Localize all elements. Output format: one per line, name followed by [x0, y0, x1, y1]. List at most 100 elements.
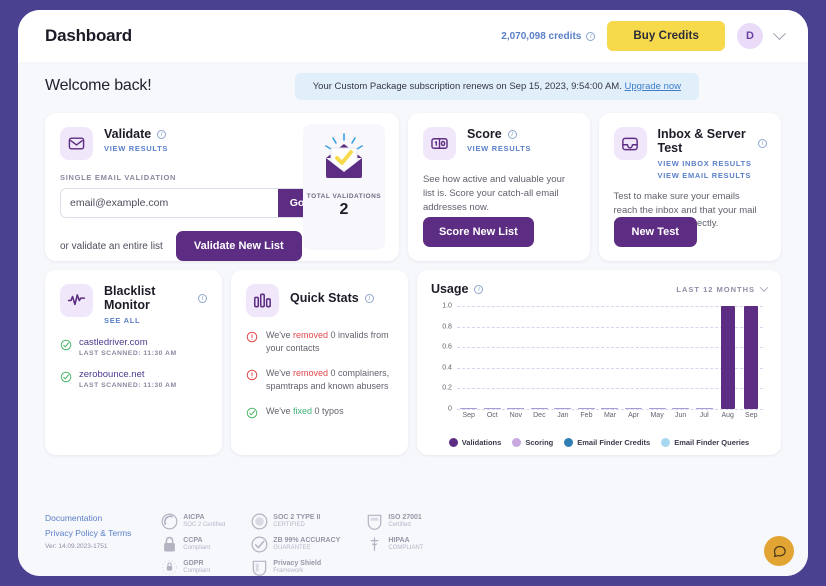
view-email-results-link[interactable]: VIEW EMAIL RESULTS — [658, 171, 763, 180]
compliance-badge-line2: Compliant — [183, 567, 211, 574]
avatar[interactable]: D — [737, 23, 763, 49]
chart-x-tick: Feb — [580, 412, 593, 419]
chart-bar — [672, 407, 690, 409]
score-10-icon — [422, 127, 456, 160]
compliance-badge: Privacy Shield Framework — [251, 559, 340, 576]
blacklist-item[interactable]: castledriver.com LAST SCANNED: 11:30 AM — [60, 337, 207, 357]
score-description: See how active and valuable your list is… — [422, 174, 566, 213]
chart-bar-slot — [551, 306, 575, 409]
chart-legend-item[interactable]: Validations — [448, 438, 501, 447]
compliance-badge-text: ZB 99% ACCURACY GUARANTEE — [273, 537, 340, 552]
score-card: Score VIEW RESULTS See how active and va… — [407, 113, 590, 261]
quick-stats-card: Quick Stats We've removed 0 invalids fro… — [230, 270, 408, 455]
buy-credits-button[interactable]: Buy Credits — [607, 21, 725, 51]
main-content: Welcome back! Your Custom Package subscr… — [18, 62, 808, 503]
iso-icon — [368, 514, 382, 530]
blacklist-card-header: Blacklist Monitor SEE ALL — [60, 284, 207, 325]
pulse-icon — [60, 284, 93, 317]
compliance-badge-text: Privacy Shield Framework — [273, 560, 321, 575]
chart-bar — [648, 407, 666, 409]
zb-guarantee-icon — [251, 536, 268, 553]
chart-bar-slot — [457, 306, 481, 409]
chart-legend-item[interactable]: Email Finder Queries — [661, 438, 749, 447]
app-window: Dashboard 2,070,098 credits Buy Credits … — [18, 10, 808, 576]
chevron-down-icon[interactable] — [773, 26, 786, 40]
validate-card-left: Validate VIEW RESULTS SINGLE EMAIL VALID… — [60, 127, 318, 261]
compliance-badge-text: AICPA SOC 2 Certified — [183, 514, 225, 529]
compliance-badge-text: CCPA Compliant — [183, 537, 210, 552]
chart-legend: Validations Scoring Email Finder Credits Em… — [431, 438, 767, 447]
legend-color-swatch — [448, 438, 458, 447]
chart-y-tick: 0.2 — [442, 384, 452, 392]
upgrade-now-link[interactable]: Upgrade now — [624, 81, 681, 92]
legend-label: Scoring — [525, 438, 554, 447]
chart-bar — [601, 407, 619, 409]
validate-card-actions: or validate an entire list Validate New … — [60, 231, 318, 261]
quick-stats-item-text: We've removed 0 invalids from your conta… — [266, 329, 393, 355]
credits-label: 2,070,098 credits — [501, 30, 582, 42]
new-test-button[interactable]: New Test — [613, 217, 697, 247]
envelope-icon — [60, 127, 93, 160]
info-icon[interactable] — [157, 129, 167, 140]
info-icon[interactable] — [474, 284, 484, 295]
info-icon[interactable] — [758, 138, 767, 149]
validate-title-text: Validate — [104, 127, 152, 141]
cards-row-2: Blacklist Monitor SEE ALL castledriver.c… — [30, 270, 796, 455]
chart-bar — [625, 407, 643, 409]
compliance-badge-line2: COMPLIANT — [388, 544, 424, 551]
compliance-badge-line1: Privacy Shield — [273, 559, 322, 567]
chart-legend-item[interactable]: Scoring — [512, 438, 553, 447]
quick-stats-title-text: Quick Stats — [289, 291, 359, 305]
quick-stats-card-header: Quick Stats — [245, 284, 393, 317]
blacklist-item[interactable]: zerobounce.net LAST SCANNED: 11:30 AM — [60, 369, 207, 389]
subscription-banner: Your Custom Package subscription renews … — [294, 72, 699, 100]
inbox-card-titles: Inbox & Server Test VIEW INBOX RESULTS V… — [658, 127, 763, 180]
blacklist-item-body: castledriver.com LAST SCANNED: 11:30 AM — [79, 337, 177, 357]
validate-new-list-button[interactable]: Validate New List — [175, 231, 302, 261]
compliance-badge: ZB 99% ACCURACY GUARANTEE — [251, 536, 340, 553]
check-circle-icon — [246, 406, 258, 424]
chart-y-tick: 0 — [448, 405, 452, 413]
usage-range-selector[interactable]: LAST 12 MONTHS — [676, 283, 769, 294]
documentation-link[interactable]: Documentation — [45, 513, 131, 523]
chart-bar-slot — [598, 306, 622, 409]
compliance-badge-text: SOC 2 TYPE II CERTIFIED — [273, 514, 320, 529]
chart-x-tick: Nov — [509, 412, 523, 419]
info-icon[interactable] — [507, 129, 517, 140]
chart-bar — [695, 407, 713, 409]
quick-stats-item: We've removed 0 invalids from your conta… — [246, 329, 393, 355]
info-icon[interactable] — [586, 31, 596, 42]
chart-x-tick: Jan — [557, 412, 569, 419]
single-email-validation-label: SINGLE EMAIL VALIDATION — [60, 173, 177, 182]
compliance-badge-text: GDPR Compliant — [183, 560, 210, 575]
chart-x-tick: Sep — [462, 412, 475, 419]
chart-y-tick: 1.0 — [442, 302, 452, 310]
chart-bar-slot — [622, 306, 646, 409]
validate-view-results-link[interactable]: VIEW RESULTS — [104, 144, 168, 153]
chart-bar — [460, 407, 478, 409]
compliance-badge-line1: ISO 27001 — [388, 513, 422, 521]
quick-stats-title: Quick Stats — [290, 291, 374, 305]
blacklist-card-titles: Blacklist Monitor SEE ALL — [104, 284, 207, 325]
compliance-badge-line2: SOC 2 Certified — [183, 521, 226, 528]
usage-chart: 0 0.2 0.4 0.6 0.8 1.0 Sep Oct Nov Dec Jan Feb Mar Ap… — [431, 302, 767, 422]
chart-bar-slot — [716, 306, 740, 409]
blacklist-last-scanned: LAST SCANNED: 11:30 AM — [79, 349, 177, 357]
view-inbox-results-link[interactable]: VIEW INBOX RESULTS — [658, 159, 763, 168]
email-input[interactable] — [61, 189, 278, 217]
blacklist-see-all-link[interactable]: SEE ALL — [104, 316, 207, 325]
bar-chart-icon — [245, 284, 279, 317]
chart-legend-item[interactable]: Email Finder Credits — [564, 438, 650, 447]
score-view-results-link[interactable]: VIEW RESULTS — [467, 144, 531, 153]
quick-stats-item: We've fixed 0 typos — [246, 405, 393, 424]
chart-gridline — [456, 409, 763, 410]
qs-highlight: removed — [293, 330, 329, 340]
chart-bar-slot — [740, 306, 764, 409]
info-icon[interactable] — [197, 293, 207, 304]
info-icon[interactable] — [364, 293, 374, 304]
score-new-list-button[interactable]: Score New List — [422, 217, 534, 247]
privacy-policy-link[interactable]: Privacy Policy & Terms — [45, 528, 131, 538]
chat-bubble-icon[interactable] — [764, 536, 794, 566]
compliance-badge-line1: AICPA — [183, 513, 205, 521]
quick-stats-item: We've removed 0 complainers, spamtraps a… — [246, 367, 393, 393]
